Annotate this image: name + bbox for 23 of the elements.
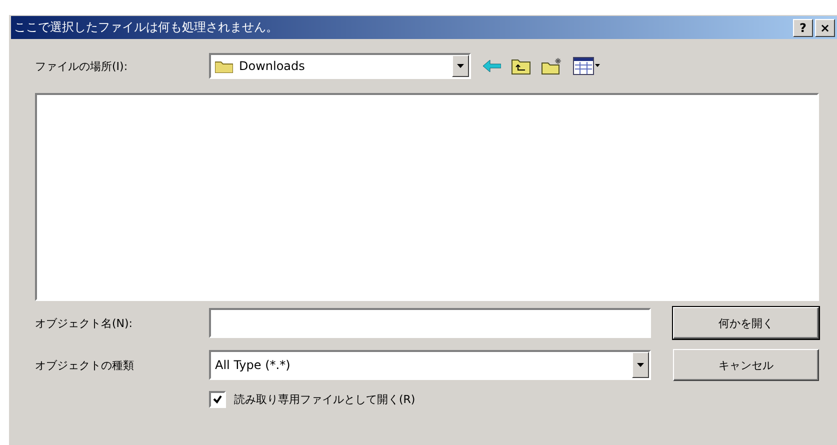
check-icon — [213, 395, 222, 404]
location-dropdown[interactable]: Downloads — [209, 53, 471, 79]
object-name-field[interactable] — [209, 308, 651, 338]
open-button[interactable]: 何かを開く — [673, 307, 819, 339]
back-arrow-icon[interactable] — [483, 60, 501, 72]
help-button[interactable]: ? — [793, 18, 813, 36]
cancel-button[interactable]: キャンセル — [673, 349, 819, 381]
object-type-dropdown[interactable]: All Type (*.*) — [209, 350, 651, 380]
view-menu-icon[interactable] — [573, 57, 601, 75]
close-button[interactable]: × — [815, 18, 835, 36]
up-folder-icon[interactable] — [511, 57, 531, 75]
folder-icon — [215, 60, 233, 72]
object-name-label: オブジェクト名(N): — [35, 316, 134, 330]
new-folder-icon[interactable] — [541, 57, 563, 75]
read-only-checkbox[interactable] — [209, 391, 226, 408]
read-only-label[interactable]: 読み取り専用ファイルとして開く(R) — [234, 392, 416, 407]
caret-icon — [457, 64, 464, 68]
dropdown-button[interactable] — [452, 55, 469, 77]
window-title: ここで選択したファイルは何も処理されません。 — [14, 19, 279, 36]
caret-icon — [637, 363, 644, 367]
dropdown-button[interactable] — [632, 352, 649, 378]
location-label: ファイルの場所(I): — [35, 58, 129, 74]
object-type-label: オブジェクトの種類 — [35, 358, 135, 372]
